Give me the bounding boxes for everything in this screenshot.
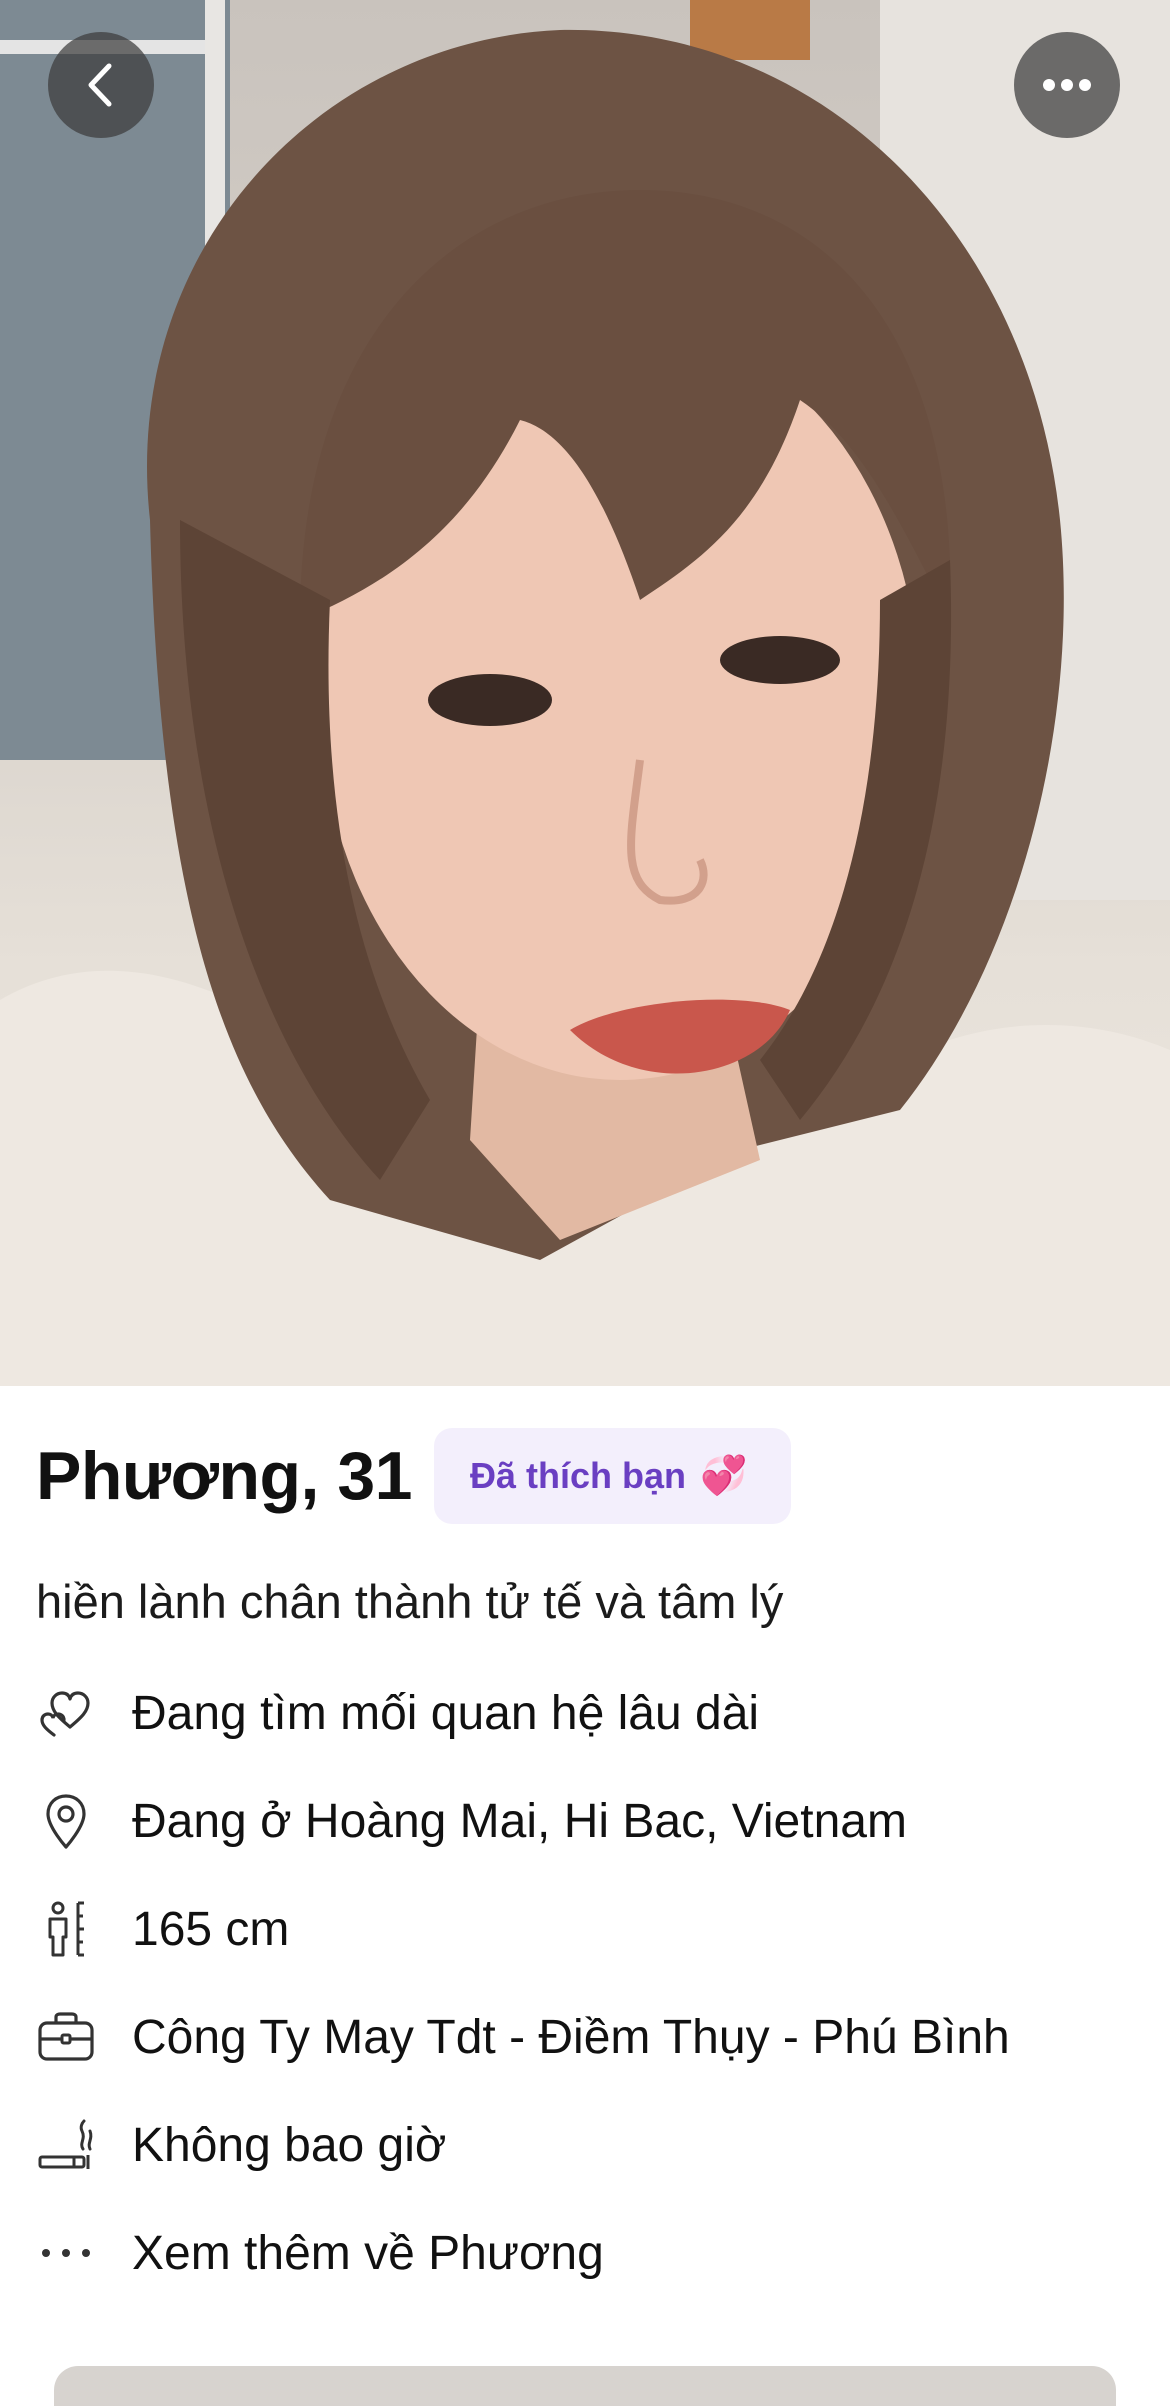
location-text: Đang ở Hoàng Mai, Hi Bac, Vietnam [132,1794,907,1848]
more-options-button[interactable] [1014,32,1120,138]
two-hearts-icon: 💞 [700,1455,748,1497]
photo-illustration [0,0,1170,1386]
back-button[interactable] [48,32,154,138]
location-pin-icon [36,1791,96,1851]
liked-badge-label: Đã thích bạn [469,1455,687,1496]
briefcase-icon [36,2007,96,2067]
chevron-left-icon [88,63,112,107]
name-age: Phương, 31 [36,1438,412,1514]
ellipsis-icon [1043,79,1091,91]
liked-you-badge: Đã thích bạn 💞 [433,1428,792,1524]
hearts-icon [36,1683,96,1743]
detail-work: Công Ty May Tdt - Điềm Thụy - Phú Bình [36,2002,1010,2072]
height-icon [36,1899,96,1959]
relationship-goal-text: Đang tìm mối quan hệ lâu dài [132,1686,760,1740]
bio-text: hiền lành chân thành tử tế và tâm lý [36,1575,784,1628]
smoking-icon [36,2115,96,2175]
see-more-text: Xem thêm về Phương [132,2226,604,2280]
height-text: 165 cm [132,1902,290,1956]
detail-location: Đang ở Hoàng Mai, Hi Bac, Vietnam [36,1786,907,1856]
detail-relationship-goal: Đang tìm mối quan hệ lâu dài [36,1678,759,1748]
profile-photo[interactable] [0,0,1170,1386]
next-photo-peek [54,2366,1116,2406]
see-more-link[interactable]: Xem thêm về Phương [36,2218,604,2288]
smoking-text: Không bao giờ [132,2118,447,2172]
detail-height: 165 cm [36,1894,289,1964]
detail-smoking: Không bao giờ [36,2110,446,2180]
work-text: Công Ty May Tdt - Điềm Thụy - Phú Bình [132,2010,1010,2064]
name-row: Phương, 31 Đã thích bạn 💞 [36,1428,792,1524]
more-dots-icon [36,2223,96,2283]
